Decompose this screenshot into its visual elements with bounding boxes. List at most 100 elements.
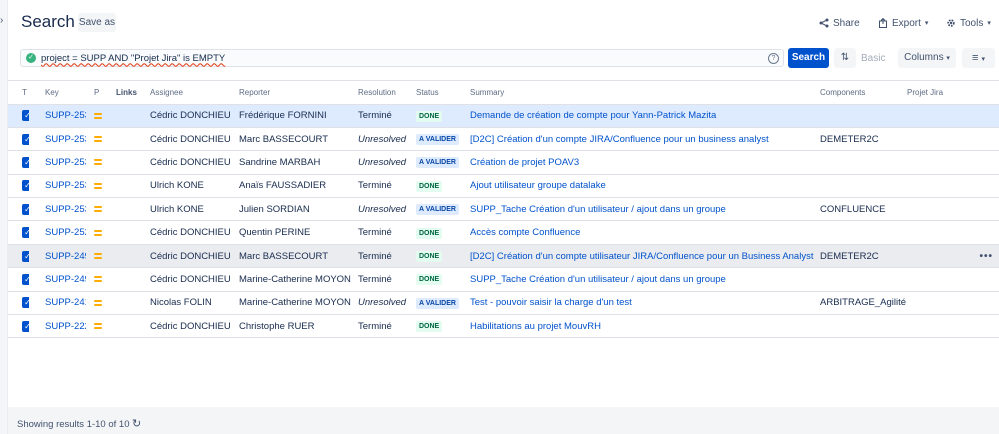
resolution-cell: Terminé	[354, 314, 412, 339]
components-cell	[816, 150, 907, 175]
expand-sidebar-icon[interactable]: ›	[0, 16, 6, 26]
issue-key-link[interactable]: SUPP-2493	[45, 251, 86, 262]
tools-button[interactable]: Tools ▾	[946, 15, 991, 31]
row-checkbox[interactable]: ✓	[22, 180, 29, 192]
columns-button[interactable]: Columns ▾	[898, 48, 956, 68]
row-checkbox[interactable]: ✓	[22, 133, 29, 145]
summary-link[interactable]: Test - pouvoir saisir la charge d'un tes…	[470, 297, 632, 308]
col-header-resolution[interactable]: Resolution	[354, 82, 412, 105]
priority-medium-icon	[94, 112, 102, 119]
assignee-cell: Ulrich KONE	[142, 174, 231, 199]
row-checkbox[interactable]: ✓	[22, 273, 29, 285]
reporter-cell: Sandrine MARBAH	[231, 150, 354, 175]
status-badge: DONE	[416, 227, 443, 239]
col-header-components[interactable]: Components	[816, 82, 907, 105]
summary-link[interactable]: SUPP_Tache Création d'un utilisateur / a…	[470, 204, 726, 215]
save-as-button[interactable]: Save as	[78, 13, 116, 32]
more-actions-icon[interactable]: •••	[979, 251, 993, 262]
table-row[interactable]: ✓ SUPP-2535 Cédric DONCHIEUMarc BASSECOURT…	[8, 127, 999, 152]
table-row[interactable]: ✓ SUPP-2523 Cédric DONCHIEUQuentin PERINET…	[8, 220, 999, 245]
row-checkbox[interactable]: ✓	[22, 297, 29, 309]
components-cell: DEMETER2C	[816, 244, 907, 269]
summary-link[interactable]: Création de projet POAV3	[470, 157, 579, 168]
row-checkbox[interactable]: ✓	[22, 203, 29, 215]
summary-link[interactable]: [D2C] Création d'un compte JIRA/Confluen…	[470, 134, 769, 145]
components-cell	[816, 220, 907, 245]
gear-icon	[946, 18, 956, 28]
issue-key-link[interactable]: SUPP-2523	[45, 227, 86, 238]
table-row[interactable]: ✓ SUPP-2493 Cédric DONCHIEUMarc BASSECOURT…	[8, 244, 999, 269]
issue-key-link[interactable]: SUPP-2535	[45, 134, 86, 145]
footer	[8, 407, 999, 434]
row-checkbox[interactable]: ✓	[22, 156, 29, 168]
priority-medium-icon	[94, 182, 102, 189]
table-row[interactable]: ✓ SUPP-2533 Ulrich KONEAnaïs FAUSSADIERTer…	[8, 174, 999, 199]
issue-key-link[interactable]: SUPP-2220	[45, 321, 86, 332]
links-cell	[110, 244, 142, 269]
issue-key-link[interactable]: SUPP-2534	[45, 157, 86, 168]
col-header-key[interactable]: Key	[29, 82, 86, 105]
table-row[interactable]: ✓ SUPP-2492 Cédric DONCHIEUMarine-Catherin…	[8, 267, 999, 292]
view-options-button[interactable]: ≡ ▾	[962, 48, 995, 68]
reporter-cell: Julien SORDIAN	[231, 197, 354, 222]
table-row[interactable]: ✓ SUPP-2537 Cédric DONCHIEUFrédérique FORN…	[8, 104, 999, 128]
col-header-type[interactable]: T	[8, 82, 29, 105]
search-button[interactable]: Search	[788, 48, 829, 68]
col-header-reporter[interactable]: Reporter	[231, 82, 354, 105]
projet-jira-cell	[907, 291, 999, 316]
issue-key-link[interactable]: SUPP-2492	[45, 274, 86, 285]
summary-link[interactable]: Accès compte Confluence	[470, 227, 580, 238]
status-badge: A VALIDER	[416, 297, 459, 309]
resolution-cell: Terminé	[354, 267, 412, 292]
basic-mode-link[interactable]: Basic	[861, 53, 885, 64]
links-cell	[110, 150, 142, 175]
components-cell: DEMETER2C	[816, 127, 907, 152]
row-checkbox[interactable]: ✓	[22, 110, 29, 122]
col-header-projet-jira[interactable]: Projet Jira	[907, 82, 999, 105]
col-header-assignee[interactable]: Assignee	[142, 82, 231, 105]
table-row[interactable]: ✓ SUPP-2532 Ulrich KONEJulien SORDIANUnres…	[8, 197, 999, 222]
issue-key-link[interactable]: SUPP-2533	[45, 180, 86, 191]
summary-link[interactable]: SUPP_Tache Création d'un utilisateur / a…	[470, 274, 726, 285]
share-button[interactable]: Share	[819, 15, 860, 31]
assignee-cell: Cédric DONCHIEU	[142, 150, 231, 175]
row-checkbox[interactable]: ✓	[22, 227, 29, 239]
resolution-cell: Unresolved	[354, 127, 412, 152]
issue-key-link[interactable]: SUPP-2532	[45, 204, 86, 215]
issue-key-link[interactable]: SUPP-2537	[45, 110, 86, 121]
row-checkbox[interactable]: ✓	[22, 250, 29, 262]
priority-medium-icon	[94, 206, 102, 213]
results-count: Showing results 1-10 of 10	[17, 419, 130, 430]
help-icon[interactable]: ?	[768, 53, 779, 64]
chevron-down-icon: ▾	[924, 20, 929, 27]
priority-medium-icon	[94, 323, 102, 330]
assignee-cell: Cédric DONCHIEU	[142, 104, 231, 128]
table-row[interactable]: ✓ SUPP-2534 Cédric DONCHIEUSandrine MARBAH…	[8, 150, 999, 175]
priority-medium-icon	[94, 299, 102, 306]
jql-switch-icon[interactable]: ⇅	[834, 48, 856, 68]
assignee-cell: Cédric DONCHIEU	[142, 314, 231, 339]
resolution-cell: Unresolved	[354, 197, 412, 222]
resolution-cell: Unresolved	[354, 291, 412, 316]
row-checkbox[interactable]: ✓	[22, 320, 29, 332]
resolution-cell: Terminé	[354, 244, 412, 269]
links-cell	[110, 291, 142, 316]
col-header-priority[interactable]: P	[86, 82, 110, 105]
summary-link[interactable]: Habilitations au projet MouvRH	[470, 321, 601, 332]
export-button[interactable]: Export ▾	[878, 15, 928, 31]
table-row[interactable]: ✓ SUPP-2414 Nicolas FOLINMarine-Catherine …	[8, 291, 999, 316]
links-cell	[110, 127, 142, 152]
jql-query-input[interactable]: ✓ project = SUPP AND "Projet Jira" is EM…	[20, 49, 784, 67]
priority-medium-icon	[94, 229, 102, 236]
summary-link[interactable]: [D2C] Création d'un compte utilisateur J…	[470, 251, 813, 262]
col-header-status[interactable]: Status	[412, 82, 466, 105]
summary-link[interactable]: Ajout utilisateur groupe datalake	[470, 180, 606, 191]
issue-key-link[interactable]: SUPP-2414	[45, 297, 86, 308]
table-row[interactable]: ✓ SUPP-2220 Cédric DONCHIEUChristophe RUER…	[8, 314, 999, 339]
table-header-row: T Key P Links Assignee Reporter Resoluti…	[8, 82, 999, 105]
col-header-summary[interactable]: Summary	[466, 82, 816, 105]
summary-link[interactable]: Demande de création de compte pour Yann-…	[470, 110, 716, 121]
refresh-icon[interactable]: ↻	[132, 417, 141, 430]
col-header-links[interactable]: Links	[110, 82, 142, 105]
reporter-cell: Marine-Catherine MOYON	[231, 291, 354, 316]
